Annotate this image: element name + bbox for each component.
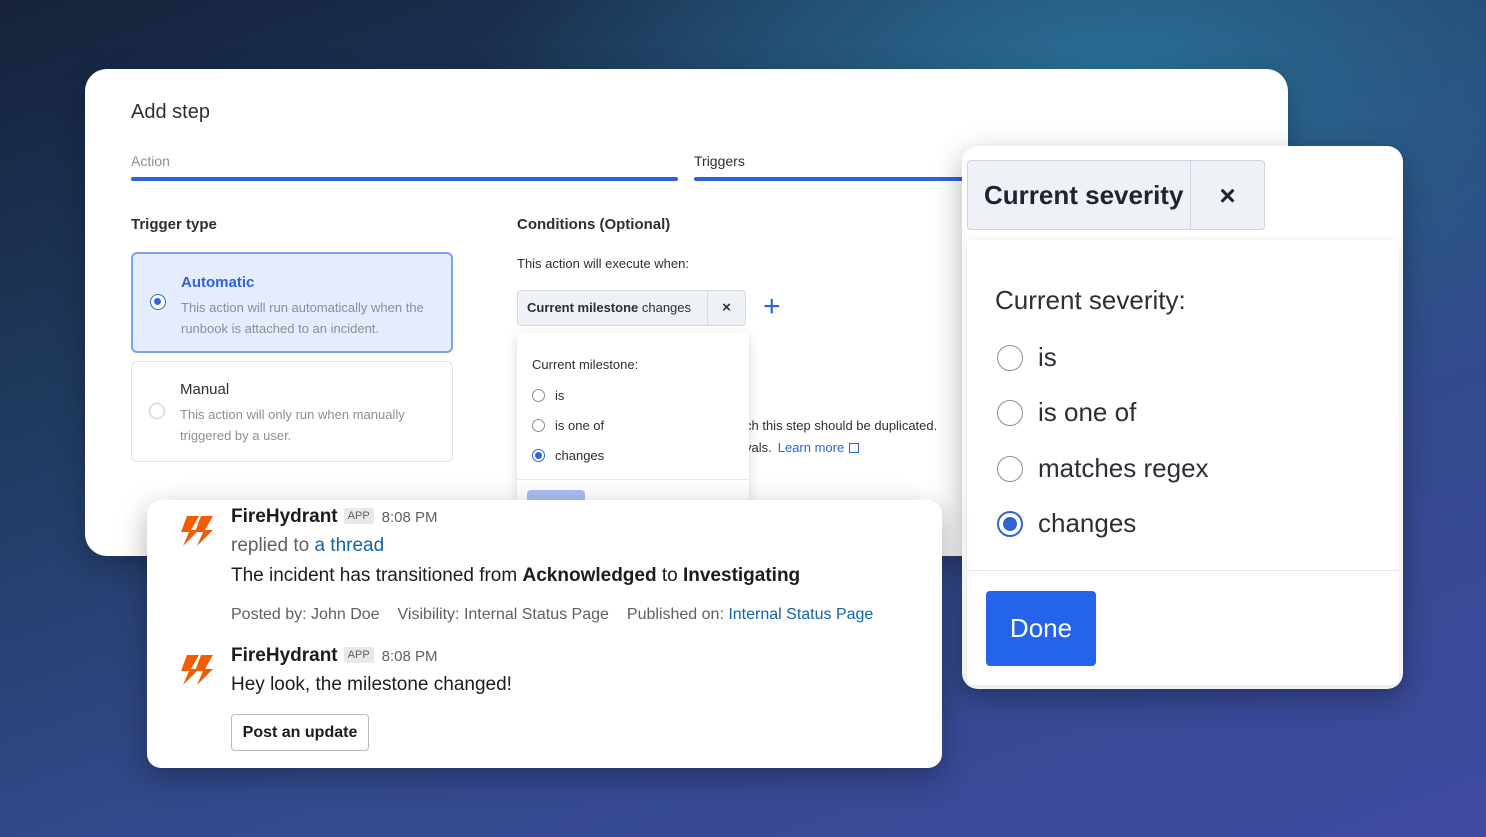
option-label: matches regex [1038,453,1209,483]
posted-by: Posted by: John Doe [231,606,380,623]
option-label: is [555,388,565,403]
option-label: is [1038,342,1057,372]
milestone-dropdown: Current milestone: is is one of changes [517,333,749,501]
post-update-button[interactable]: Post an update [231,714,369,751]
slack-messages-panel: FireHydrant APP 8:08 PM replied to a threa… [147,500,942,768]
published-on: Published on: Internal Status Page [626,606,874,623]
radio-icon[interactable] [532,419,545,432]
automatic-radio[interactable] [150,294,166,310]
close-icon[interactable]: × [1190,161,1264,229]
message-body: Hey look, the milestone changed! [231,674,512,695]
condition-chip-label[interactable]: Current milestone changes [518,291,707,325]
milestone-option-is-one-of[interactable]: is one of [532,418,604,433]
chip-operator: changes [638,300,692,315]
radio-icon[interactable] [997,399,1023,426]
replied-line: replied to a thread [231,535,384,557]
message-meta: Posted by: John Doe Visibility: Internal … [231,606,873,624]
severity-chip-label[interactable]: Current severity [968,161,1190,229]
status-to: Investigating [682,565,801,586]
close-icon[interactable]: × [707,291,745,325]
radio-icon[interactable] [532,449,545,462]
option-title: Manual [180,381,230,398]
radio-icon[interactable] [997,455,1023,482]
option-label: changes [555,448,605,463]
option-title: Automatic [181,274,255,291]
severity-dropdown: Current severity: is is one of matches r… [967,240,1399,685]
panel-title: Add step [131,101,210,123]
duplicate-help-text: ch this step should be duplicated. [745,418,938,433]
external-link-icon [849,443,860,453]
radio-icon[interactable] [532,389,545,402]
severity-dropdown-title: Current severity: [995,285,1186,315]
trigger-option-manual[interactable]: Manual This action will only run when ma… [131,361,453,462]
conditions-heading: Conditions (Optional) [517,216,671,233]
sender-name[interactable]: FireHydrant [231,645,338,666]
option-description: This action will run automatically when … [181,300,424,336]
milestone-option-changes[interactable]: changes [532,448,604,463]
tab-action-indicator [131,177,678,181]
firehydrant-logo-icon [181,516,213,546]
divider [517,479,749,480]
severity-option-is-one-of[interactable]: is one of [997,397,1136,428]
app-badge: APP [343,647,374,663]
visibility: Visibility: Internal Status Page [397,606,609,623]
radio-icon[interactable] [997,344,1023,371]
status-from: Acknowledged [522,565,657,586]
chip-field: Current milestone [527,300,639,315]
divider [967,570,1399,571]
message-body: The incident has transitioned from Ackno… [231,565,801,586]
replied-text: replied to [231,535,315,556]
status-page-link[interactable]: Internal Status Page [728,606,873,623]
thread-link[interactable]: a thread [314,535,384,556]
done-button[interactable]: Done [986,591,1096,666]
firehydrant-logo-icon [181,655,213,685]
radio-icon[interactable] [997,510,1023,537]
message-header: FireHydrant APP 8:08 PM [231,645,438,667]
option-description: This action will only run when manually … [180,407,405,443]
app-badge: APP [343,508,374,524]
message-time[interactable]: 8:08 PM [382,648,438,665]
severity-condition-panel: Current severity × Current severity: is … [962,146,1403,689]
condition-chip[interactable]: Current milestone changes × [517,290,746,326]
severity-chip[interactable]: Current severity × [967,160,1265,230]
severity-option-is[interactable]: is [997,342,1057,373]
message-time[interactable]: 8:08 PM [382,509,438,526]
trigger-type-heading: Trigger type [131,216,217,233]
learn-more-link[interactable]: Learn more [778,440,844,455]
milestone-option-is[interactable]: is [532,388,564,403]
milestone-dropdown-title: Current milestone: [532,357,639,372]
option-label: is one of [555,418,605,433]
sender-name[interactable]: FireHydrant [231,506,338,527]
trigger-option-automatic[interactable]: Automatic This action will run automatic… [131,252,453,353]
option-label: is one of [1038,397,1137,427]
tab-action[interactable]: Action [131,153,170,169]
severity-option-changes[interactable]: changes [997,508,1136,539]
tab-triggers-indicator [694,177,974,181]
message-header: FireHydrant APP 8:08 PM [231,506,438,528]
tab-triggers[interactable]: Triggers [694,153,745,169]
add-condition-button[interactable]: + [763,291,781,323]
severity-option-matches-regex[interactable]: matches regex [997,453,1209,484]
option-label: changes [1038,508,1137,538]
execute-when-label: This action will execute when: [517,256,689,271]
manual-radio[interactable] [149,403,165,419]
duplicate-help-text-2: vals. Learn more [745,440,860,455]
